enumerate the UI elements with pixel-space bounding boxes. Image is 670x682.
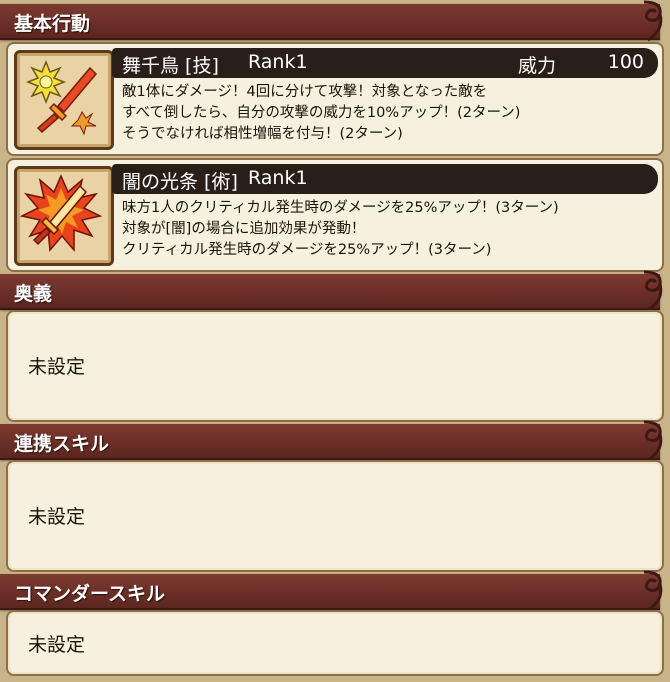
skill-title-bar: 闇の光条 [術] Rank1 (112, 164, 658, 194)
ougi-panel[interactable]: 未設定 (6, 310, 664, 422)
sword-burst-icon (25, 59, 98, 136)
skill-rank: Rank1 (248, 51, 308, 73)
power-value: 100 (607, 51, 644, 73)
skill-description: 敵1体にダメージ！4回に分けて攻撃！対象となった敵を すべて倒したら、自分の攻撃… (122, 82, 656, 145)
commander-skill-panel[interactable]: 未設定 (6, 610, 664, 676)
skill-rank: Rank1 (248, 167, 308, 189)
description-line: 敵1体にダメージ！4回に分けて攻撃！対象となった敵を (122, 84, 488, 100)
description-line: そうでなければ相性増幅を付与！(2ターン) (122, 126, 403, 142)
section-header-ougi: 奥義 (0, 270, 663, 312)
scroll-ornament-icon (643, 0, 663, 42)
skill-card[interactable]: 舞千鳥 [技] Rank1 威力 100 敵1体にダメージ！4回に分けて攻撃！対… (6, 42, 664, 156)
skill-card[interactable]: 闇の光条 [術] Rank1 味方1人のクリティカル発生時のダメージを25%アッ… (6, 158, 664, 272)
section-header-basic-action: 基本行動 (0, 0, 663, 42)
skill-name: 舞千鳥 [技] (122, 55, 219, 77)
link-skill-value: 未設定 (28, 506, 86, 528)
ougi-value: 未設定 (28, 356, 86, 378)
description-line: クリティカル発生時のダメージを25%アップ！(3ターン) (122, 242, 492, 258)
scroll-ornament-icon (643, 570, 663, 612)
section-header-commander-skill: コマンダースキル (0, 570, 663, 612)
power-label: 威力 (518, 55, 557, 77)
description-line: 対象が[闇]の場合に追加効果が発動！ (122, 221, 366, 237)
scroll-ornament-icon (643, 420, 663, 462)
skill-title-bar: 舞千鳥 [技] Rank1 威力 100 (112, 48, 658, 78)
skill-icon-frame (14, 50, 114, 150)
skill-icon-frame (14, 166, 114, 266)
section-title: 基本行動 (14, 13, 91, 35)
skill-name: 闇の光条 [術] (122, 171, 238, 193)
flaming-sword-icon (20, 174, 102, 253)
section-title: 奥義 (14, 283, 53, 305)
commander-skill-value: 未設定 (28, 634, 86, 656)
description-line: 味方1人のクリティカル発生時のダメージを25%アップ！(3ターン) (122, 200, 559, 216)
link-skill-panel[interactable]: 未設定 (6, 460, 664, 572)
description-line: すべて倒したら、自分の攻撃の威力を10%アップ！(2ターン) (122, 105, 521, 121)
skill-description: 味方1人のクリティカル発生時のダメージを25%アップ！(3ターン) 対象が[闇]… (122, 198, 656, 261)
section-title: 連携スキル (14, 433, 110, 455)
scroll-ornament-icon (643, 270, 663, 312)
section-header-link-skill: 連携スキル (0, 420, 663, 462)
section-title: コマンダースキル (14, 583, 166, 605)
